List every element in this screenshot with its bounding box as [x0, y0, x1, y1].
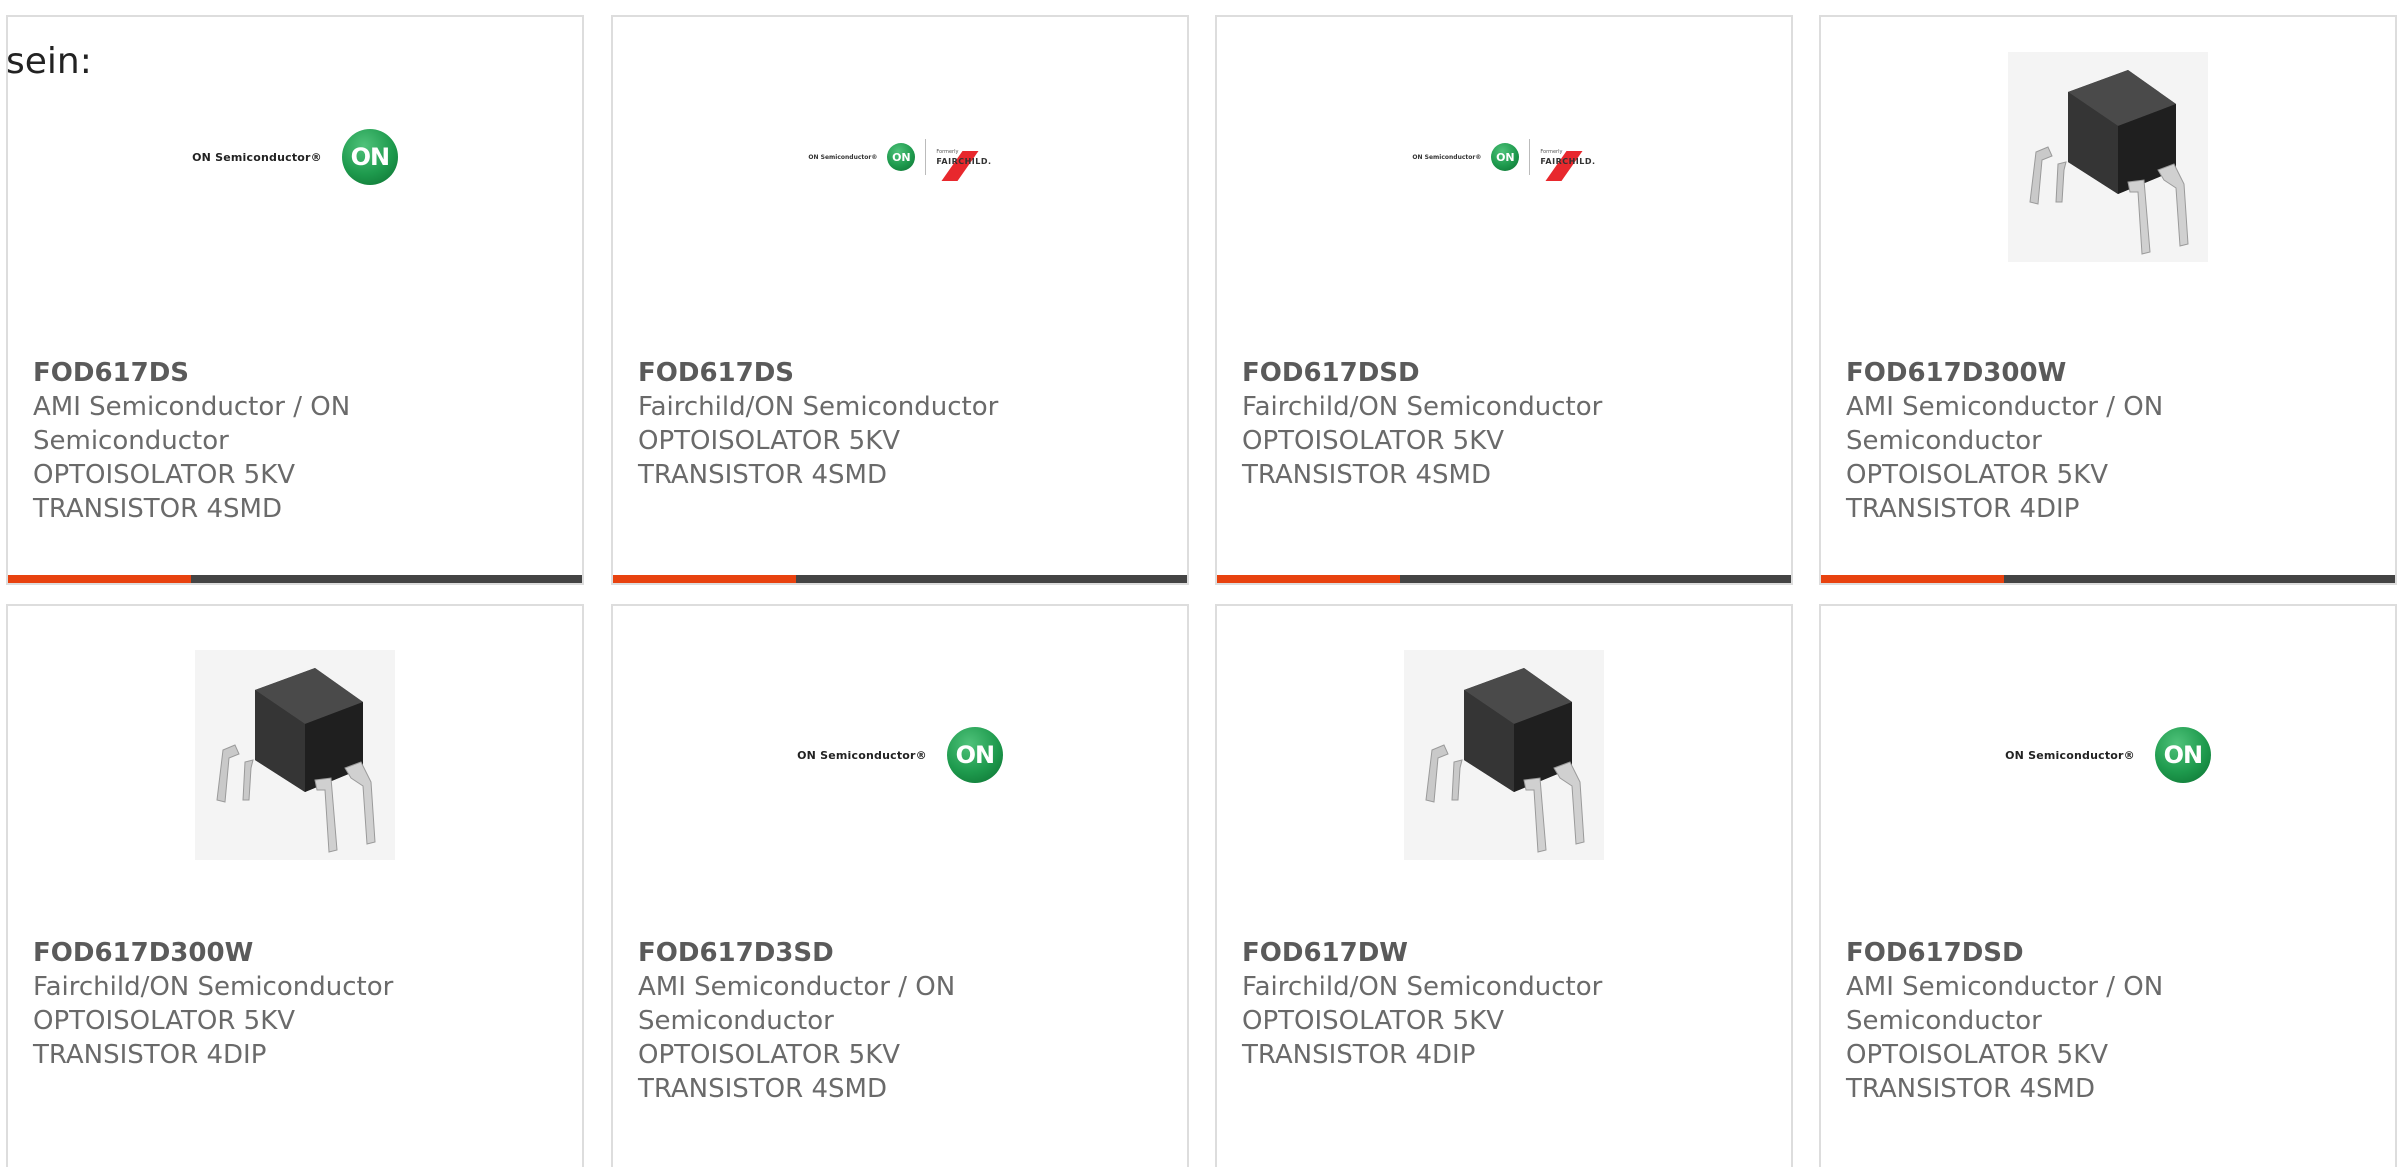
on-logo-mark: ON: [946, 727, 1003, 783]
description-text: Semiconductor: [1846, 426, 2042, 456]
product-info: FOD617DW Fairchild/ON Semiconductor OPTOIS…: [1242, 936, 1767, 1072]
part-number-link[interactable]: FOD617D3SD: [638, 936, 1163, 970]
dip-chip-photo: [1404, 650, 1604, 860]
manufacturer-text: AMI Semiconductor / ON: [33, 392, 351, 422]
description-text: TRANSISTOR 4DIP: [1846, 494, 2080, 524]
part-number-link[interactable]: FOD617DS: [33, 356, 558, 390]
product-info: FOD617DSD AMI Semiconductor / ON Semicondu…: [1846, 936, 2371, 1106]
product-image[interactable]: ON Semiconductor® ON: [613, 635, 1187, 875]
product-image[interactable]: [1217, 635, 1791, 875]
on-fairchild-logo: ON Semiconductor® ON Formerly FAIRCHILD.: [1412, 139, 1596, 181]
fairchild-stripe: [1545, 150, 1583, 181]
product-info: FOD617DS Fairchild/ON Semiconductor OPTOIS…: [638, 356, 1163, 492]
description-text: OPTOISOLATOR 5KV: [638, 426, 901, 456]
logo-text: ON Semiconductor®: [808, 153, 878, 161]
product-info: FOD617DS AMI Semiconductor / ON Semiconduc…: [33, 356, 558, 526]
logo-text: ON Semiconductor®: [797, 748, 927, 762]
card-bottom-bar: [1821, 575, 2395, 583]
part-number-link[interactable]: FOD617DW: [1242, 936, 1767, 970]
on-semiconductor-logo: ON Semiconductor® ON: [797, 727, 1003, 783]
product-image[interactable]: ON Semiconductor® ON Formerly FAIRCHILD.: [613, 37, 1187, 277]
product-info: FOD617D3SD AMI Semiconductor / ON Semicond…: [638, 936, 1163, 1106]
product-info: FOD617DSD Fairchild/ON Semiconductor OPTOI…: [1242, 356, 1767, 492]
product-card[interactable]: ON Semiconductor® ON FOD617D3SD AMI Semicon…: [611, 604, 1189, 1167]
description-text: OPTOISOLATOR 5KV: [638, 1040, 901, 1070]
dip-chip-photo: [195, 650, 395, 860]
card-bottom-bar: [1217, 575, 1791, 583]
fairchild-stripe: [941, 150, 979, 181]
part-number-link[interactable]: FOD617DSD: [1846, 936, 2371, 970]
fairchild-logo: Formerly FAIRCHILD.: [936, 149, 992, 181]
fairchild-logo: Formerly FAIRCHILD.: [1540, 149, 1596, 181]
description-text: TRANSISTOR 4DIP: [1242, 1040, 1476, 1070]
part-number-link[interactable]: FOD617DS: [638, 356, 1163, 390]
product-card[interactable]: ON Semiconductor® ON FOD617DS AMI Semicondu…: [6, 15, 584, 585]
description-text: TRANSISTOR 4SMD: [1242, 460, 1491, 490]
card-bottom-bar: [8, 575, 582, 583]
product-card[interactable]: FOD617D300W Fairchild/ON Semiconductor OPT…: [6, 604, 584, 1167]
manufacturer-text: Fairchild/ON Semiconductor: [638, 392, 999, 422]
logo-fairchild-name: FAIRCHILD.: [936, 156, 992, 166]
description-text: TRANSISTOR 4SMD: [1846, 1074, 2095, 1104]
description-text: OPTOISOLATOR 5KV: [1242, 1006, 1505, 1036]
description-text: TRANSISTOR 4SMD: [638, 1074, 887, 1104]
part-number-link[interactable]: FOD617DSD: [1242, 356, 1767, 390]
card-bar-accent: [8, 575, 191, 583]
logo-divider: [1529, 139, 1531, 175]
product-card[interactable]: ON Semiconductor® ON Formerly FAIRCHILD. FOD…: [611, 15, 1189, 585]
description-text: OPTOISOLATOR 5KV: [33, 460, 296, 490]
description-text: TRANSISTOR 4SMD: [638, 460, 887, 490]
product-image[interactable]: ON Semiconductor® ON Formerly FAIRCHILD.: [1217, 37, 1791, 277]
logo-text: ON Semiconductor®: [192, 150, 322, 164]
part-number-link[interactable]: FOD617D300W: [1846, 356, 2371, 390]
description-text: Semiconductor: [1846, 1006, 2042, 1036]
manufacturer-text: AMI Semiconductor / ON: [638, 972, 956, 1002]
description-text: OPTOISOLATOR 5KV: [1846, 460, 2109, 490]
manufacturer-text: AMI Semiconductor / ON: [1846, 972, 2164, 1002]
product-card[interactable]: ON Semiconductor® ON FOD617DSD AMI Semicond…: [1819, 604, 2397, 1167]
dip-chip-photo: [2008, 52, 2208, 262]
on-logo-mark: ON: [341, 129, 398, 185]
manufacturer-text: Fairchild/ON Semiconductor: [33, 972, 394, 1002]
on-semiconductor-logo: ON Semiconductor® ON: [2005, 727, 2211, 783]
product-image[interactable]: [1821, 37, 2395, 277]
product-image[interactable]: [8, 635, 582, 875]
on-fairchild-logo: ON Semiconductor® ON Formerly FAIRCHILD.: [808, 139, 992, 181]
on-logo-mark: ON: [887, 143, 916, 171]
logo-fairchild-name: FAIRCHILD.: [1540, 156, 1596, 166]
on-semiconductor-logo: ON Semiconductor® ON: [192, 129, 398, 185]
product-info: FOD617D300W AMI Semiconductor / ON Semicon…: [1846, 356, 2371, 526]
product-card[interactable]: FOD617DW Fairchild/ON Semiconductor OPTOIS…: [1215, 604, 1793, 1167]
product-info: FOD617D300W Fairchild/ON Semiconductor OPT…: [33, 936, 558, 1072]
manufacturer-text: Fairchild/ON Semiconductor: [1242, 972, 1603, 1002]
logo-text: ON Semiconductor®: [1412, 153, 1482, 161]
logo-text: ON Semiconductor®: [2005, 748, 2135, 762]
manufacturer-text: AMI Semiconductor / ON: [1846, 392, 2164, 422]
product-image[interactable]: ON Semiconductor® ON: [8, 37, 582, 277]
product-image[interactable]: ON Semiconductor® ON: [1821, 635, 2395, 875]
manufacturer-text: Fairchild/ON Semiconductor: [1242, 392, 1603, 422]
on-logo-mark: ON: [1491, 143, 1520, 171]
description-text: TRANSISTOR 4SMD: [33, 494, 282, 524]
description-text: TRANSISTOR 4DIP: [33, 1040, 267, 1070]
product-card[interactable]: FOD617D300W AMI Semiconductor / ON Semicon…: [1819, 15, 2397, 585]
description-text: OPTOISOLATOR 5KV: [1242, 426, 1505, 456]
on-logo-mark: ON: [2154, 727, 2211, 783]
description-text: Semiconductor: [638, 1006, 834, 1036]
card-bottom-bar: [613, 575, 1187, 583]
part-number-link[interactable]: FOD617D300W: [33, 936, 558, 970]
card-bar-accent: [1217, 575, 1400, 583]
description-text: Semiconductor: [33, 426, 229, 456]
description-text: OPTOISOLATOR 5KV: [1846, 1040, 2109, 1070]
logo-divider: [925, 139, 927, 175]
product-card[interactable]: ON Semiconductor® ON Formerly FAIRCHILD. FOD…: [1215, 15, 1793, 585]
card-bar-accent: [613, 575, 796, 583]
section-heading: sein:: [6, 41, 92, 82]
card-bar-accent: [1821, 575, 2004, 583]
product-grid-page: sein: ON Semiconductor® ON FOD617DS AMI Sem…: [0, 0, 2400, 1167]
description-text: OPTOISOLATOR 5KV: [33, 1006, 296, 1036]
